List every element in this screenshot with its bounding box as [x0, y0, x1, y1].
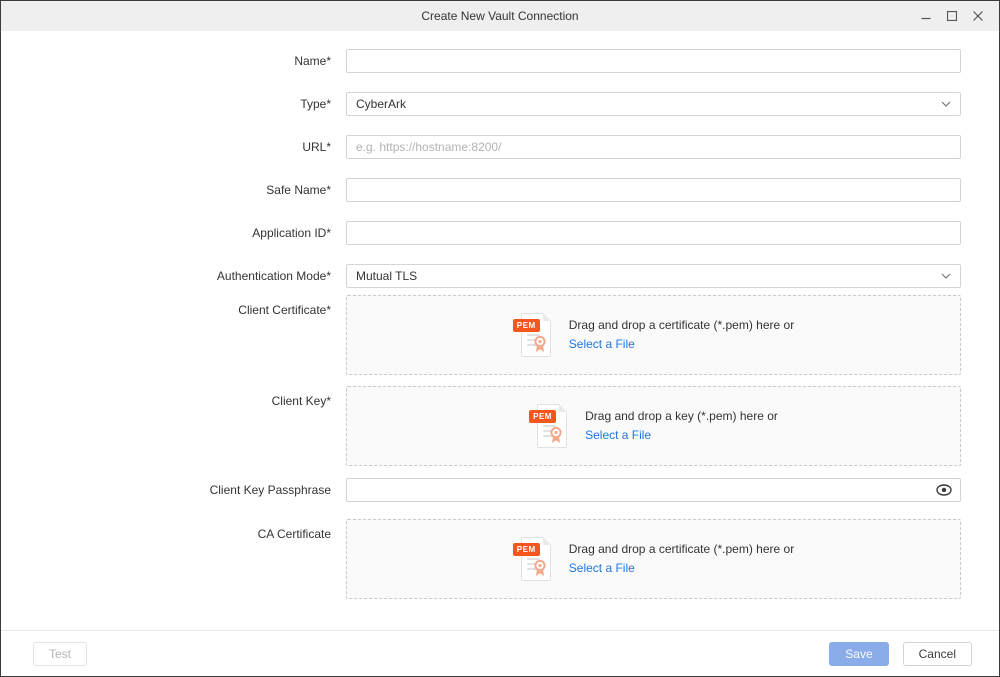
- certificate-seal-icon: [532, 335, 548, 353]
- type-field-row: Type* CyberArk: [1, 92, 999, 116]
- window-controls: [913, 1, 991, 31]
- select-file-link[interactable]: Select a File: [569, 561, 635, 575]
- client-certificate-field-row: Client Certificate*: [1, 295, 999, 375]
- url-label: URL*: [1, 135, 346, 159]
- ca-certificate-label: CA Certificate: [1, 519, 346, 599]
- chevron-down-icon: [941, 101, 951, 107]
- select-file-link[interactable]: Select a File: [585, 428, 651, 442]
- maximize-button[interactable]: [939, 3, 965, 29]
- type-select-value: CyberArk: [356, 97, 406, 111]
- name-label: Name*: [1, 49, 346, 73]
- pem-file-icon: PEM: [513, 536, 553, 582]
- window-title: Create New Vault Connection: [421, 9, 578, 23]
- pem-badge: PEM: [529, 410, 556, 423]
- dropzone-instruction: Drag and drop a certificate (*.pem) here…: [569, 542, 794, 556]
- dialog-footer: Test Save Cancel: [1, 630, 999, 676]
- pem-badge: PEM: [513, 319, 540, 332]
- client-certificate-dropzone[interactable]: PEM Drag and drop a certificate (*.pem) …: [346, 295, 961, 375]
- dropzone-instruction: Drag and drop a key (*.pem) here or: [585, 409, 778, 423]
- client-key-passphrase-input[interactable]: [346, 478, 961, 502]
- eye-icon: [936, 484, 952, 496]
- dropzone-instruction: Drag and drop a certificate (*.pem) here…: [569, 318, 794, 332]
- safe-name-field-row: Safe Name*: [1, 178, 999, 202]
- ca-certificate-field-row: CA Certificate: [1, 519, 999, 599]
- minimize-icon: [921, 11, 931, 21]
- chevron-down-icon: [941, 273, 951, 279]
- type-select[interactable]: CyberArk: [346, 92, 961, 116]
- client-key-field-row: Client Key*: [1, 386, 999, 466]
- form-content: Name* Type* CyberArk URL*: [1, 31, 999, 599]
- url-input[interactable]: [346, 135, 961, 159]
- cancel-button[interactable]: Cancel: [903, 642, 972, 666]
- close-button[interactable]: [965, 3, 991, 29]
- test-button[interactable]: Test: [33, 642, 87, 666]
- pem-file-icon: PEM: [529, 403, 569, 449]
- name-input[interactable]: [346, 49, 961, 73]
- safe-name-label: Safe Name*: [1, 178, 346, 202]
- type-label: Type*: [1, 92, 346, 116]
- application-id-label: Application ID*: [1, 221, 346, 245]
- pem-file-icon: PEM: [513, 312, 553, 358]
- name-field-row: Name*: [1, 49, 999, 73]
- authentication-mode-field-row: Authentication Mode* Mutual TLS: [1, 264, 999, 288]
- authentication-mode-select[interactable]: Mutual TLS: [346, 264, 961, 288]
- client-certificate-label: Client Certificate*: [1, 295, 346, 375]
- client-key-passphrase-label: Client Key Passphrase: [1, 478, 346, 502]
- maximize-icon: [947, 11, 957, 21]
- client-key-passphrase-field-row: Client Key Passphrase: [1, 478, 999, 502]
- application-id-input[interactable]: [346, 221, 961, 245]
- ca-certificate-dropzone[interactable]: PEM Drag and drop a certificate (*.pem) …: [346, 519, 961, 599]
- close-icon: [973, 11, 983, 21]
- show-password-button[interactable]: [936, 482, 952, 498]
- certificate-seal-icon: [532, 559, 548, 577]
- certificate-seal-icon: [548, 426, 564, 444]
- application-id-field-row: Application ID*: [1, 221, 999, 245]
- minimize-button[interactable]: [913, 3, 939, 29]
- dialog-window: Create New Vault Connection Name* Type*: [0, 0, 1000, 677]
- safe-name-input[interactable]: [346, 178, 961, 202]
- save-button[interactable]: Save: [829, 642, 888, 666]
- select-file-link[interactable]: Select a File: [569, 337, 635, 351]
- url-field-row: URL*: [1, 135, 999, 159]
- window-titlebar: Create New Vault Connection: [1, 1, 999, 31]
- pem-badge: PEM: [513, 543, 540, 556]
- authentication-mode-select-value: Mutual TLS: [356, 269, 417, 283]
- client-key-label: Client Key*: [1, 386, 346, 466]
- client-key-dropzone[interactable]: PEM Drag and drop a key (*.pem) here or …: [346, 386, 961, 466]
- authentication-mode-label: Authentication Mode*: [1, 264, 346, 288]
